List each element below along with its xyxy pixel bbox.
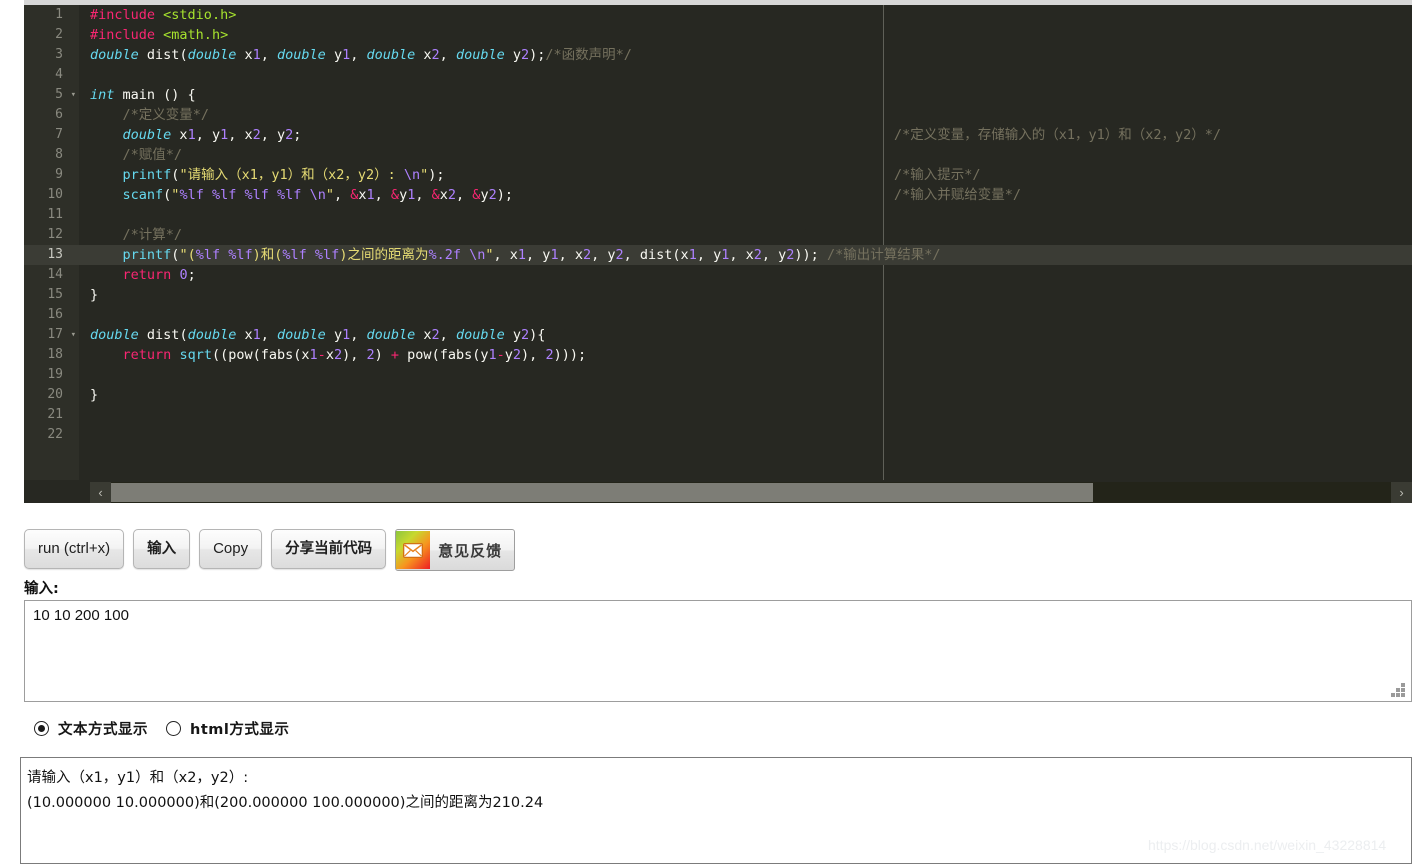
line-number: 5 ▾	[24, 85, 79, 105]
code-line-text: double x1, y1, x2, y2;	[122, 127, 302, 143]
code-line-text: #include <stdio.h>	[90, 7, 237, 23]
line-number: 1	[55, 7, 63, 22]
code-fold-toggle-icon[interactable]: ▾	[66, 325, 76, 345]
code-line-text: }	[90, 287, 99, 303]
line-number: 17 ▾	[24, 325, 79, 345]
code-line-text: return sqrt((pow(fabs(x1-x2), 2) + pow(f…	[122, 347, 587, 363]
code-line-text: double dist(double x1, double y1, double…	[90, 327, 546, 343]
code-line[interactable]: double x1, y1, x2, y2; /*定义变量，存储输入的（x1，y1…	[79, 125, 1412, 145]
mail-icon	[396, 531, 431, 569]
code-line-text: /*定义变量*/	[122, 107, 210, 123]
code-line-text: /*计算*/	[122, 227, 183, 243]
toolbar: run (ctrl+x) 输入 Copy 分享当前代码 意见反馈	[24, 529, 516, 571]
line-number: 10	[47, 187, 63, 202]
scroll-right-icon[interactable]: ›	[1391, 482, 1412, 503]
radio-text-mode[interactable]: 文本方式显示	[34, 718, 148, 739]
code-line-text: scanf("%lf %lf %lf %lf \n", &x1, &y1, &x…	[122, 187, 513, 203]
code-line[interactable]	[79, 425, 1412, 445]
code-side-comment: /*定义变量，存储输入的（x1，y1）和（x2，y2）*/	[894, 127, 1222, 143]
code-line-text: }	[90, 387, 99, 403]
editor-horizontal-scrollbar-thumb[interactable]	[111, 483, 1093, 502]
code-line[interactable]	[79, 205, 1412, 225]
line-number: 2	[55, 27, 63, 42]
code-line[interactable]: }	[79, 385, 1412, 405]
code-line-text: #include <math.h>	[90, 27, 229, 43]
radio-html-mode[interactable]: html方式显示	[166, 718, 289, 739]
radio-label-html: html方式显示	[190, 722, 290, 738]
line-number: 12	[47, 227, 63, 242]
line-number: 9	[55, 167, 63, 182]
code-line[interactable]: /*赋值*/	[79, 145, 1412, 165]
code-side-comment: /*输入提示*/	[894, 167, 981, 183]
run-button[interactable]: run (ctrl+x)	[24, 529, 125, 569]
line-number: 21	[47, 407, 63, 422]
code-fold-toggle-icon[interactable]: ▾	[66, 85, 76, 105]
line-number: 4	[55, 67, 63, 82]
code-line-text: int main () {	[90, 87, 196, 103]
code-line-text: printf("请输入（x1，y1）和（x2，y2）: \n");	[122, 167, 445, 183]
line-number: 3	[55, 47, 63, 62]
radio-dot-icon-html[interactable]	[166, 721, 181, 736]
line-number: 6	[55, 107, 63, 122]
code-line[interactable]: double dist(double x1, double y1, double…	[79, 325, 1412, 345]
line-number: 11	[47, 207, 63, 222]
line-number-gutter: 1 2 3 4 5 ▾ 6 7 8 9 10 11 12 13 14 15 16 17 ▾ 18 19 20 21 22	[24, 5, 79, 480]
code-side-comment: /*输入并赋给变量*/	[894, 187, 1022, 203]
line-number: 16	[47, 307, 63, 322]
feedback-button[interactable]: 意见反馈	[395, 529, 516, 571]
line-number: 19	[47, 367, 63, 382]
code-line[interactable]: #include <math.h>	[79, 25, 1412, 45]
input-button[interactable]: 输入	[133, 529, 191, 569]
share-code-button[interactable]: 分享当前代码	[271, 529, 387, 569]
code-line[interactable]: int main () {	[79, 85, 1412, 105]
line-number: 18	[47, 347, 63, 362]
output-line: 请输入（x1，y1）和（x2，y2）:	[27, 770, 249, 786]
code-line[interactable]: #include <stdio.h>	[79, 5, 1412, 25]
program-output-panel: 请输入（x1，y1）和（x2，y2）: (10.000000 10.000000…	[20, 757, 1412, 864]
code-line[interactable]: }	[79, 285, 1412, 305]
code-line[interactable]: return sqrt((pow(fabs(x1-x2), 2) + pow(f…	[79, 345, 1412, 365]
editor-bottom-strip	[24, 503, 1412, 505]
code-line[interactable]	[79, 405, 1412, 425]
code-line[interactable]: scanf("%lf %lf %lf %lf \n", &x1, &y1, &x…	[79, 185, 1412, 205]
code-line-text: /*赋值*/	[122, 147, 183, 163]
line-number: 15	[47, 287, 63, 302]
code-line[interactable]	[79, 305, 1412, 325]
code-line[interactable]	[79, 65, 1412, 85]
radio-label-text: 文本方式显示	[58, 722, 148, 738]
display-mode-radio-group: 文本方式显示 html方式显示	[34, 718, 289, 739]
code-line[interactable]: /*计算*/	[79, 225, 1412, 245]
code-line[interactable]: return 0;	[79, 265, 1412, 285]
code-line[interactable]: printf("请输入（x1，y1）和（x2，y2）: \n"); /*输入提示*…	[79, 165, 1412, 185]
code-line[interactable]: /*定义变量*/	[79, 105, 1412, 125]
output-line: (10.000000 10.000000)和(200.000000 100.00…	[27, 795, 544, 811]
program-input-textarea[interactable]	[24, 600, 1412, 702]
code-line[interactable]	[79, 365, 1412, 385]
radio-dot-icon-text[interactable]	[34, 721, 49, 736]
line-number: 20	[47, 387, 63, 402]
feedback-label: 意见反馈	[438, 541, 503, 560]
line-number: 22	[47, 427, 63, 442]
code-content-area[interactable]: #include <stdio.h> #include <math.h> doubl…	[79, 5, 1412, 480]
line-number: 14	[47, 267, 63, 282]
page-root: 1 2 3 4 5 ▾ 6 7 8 9 10 11 12 13 14 15 16 17 ▾ 18 19 20 21 22 #i…	[0, 0, 1427, 864]
code-line-text: return 0;	[122, 267, 196, 283]
code-editor[interactable]: 1 2 3 4 5 ▾ 6 7 8 9 10 11 12 13 14 15 16 17 ▾ 18 19 20 21 22 #i…	[24, 0, 1412, 505]
input-section-label: 输入:	[24, 581, 59, 597]
copy-button[interactable]: Copy	[199, 529, 263, 569]
scroll-left-icon[interactable]: ‹	[90, 482, 111, 503]
code-line-text: printf("(%lf %lf)和(%lf %lf)之间的距离为%.2f \n…	[122, 247, 941, 263]
code-line-text: double dist(double x1, double y1, double…	[90, 47, 632, 63]
line-number: 13	[24, 245, 79, 265]
line-number: 7	[55, 127, 63, 142]
code-line[interactable]: printf("(%lf %lf)和(%lf %lf)之间的距离为%.2f \n…	[79, 245, 1412, 265]
code-line[interactable]: double dist(double x1, double y1, double…	[79, 45, 1412, 65]
line-number: 8	[55, 147, 63, 162]
